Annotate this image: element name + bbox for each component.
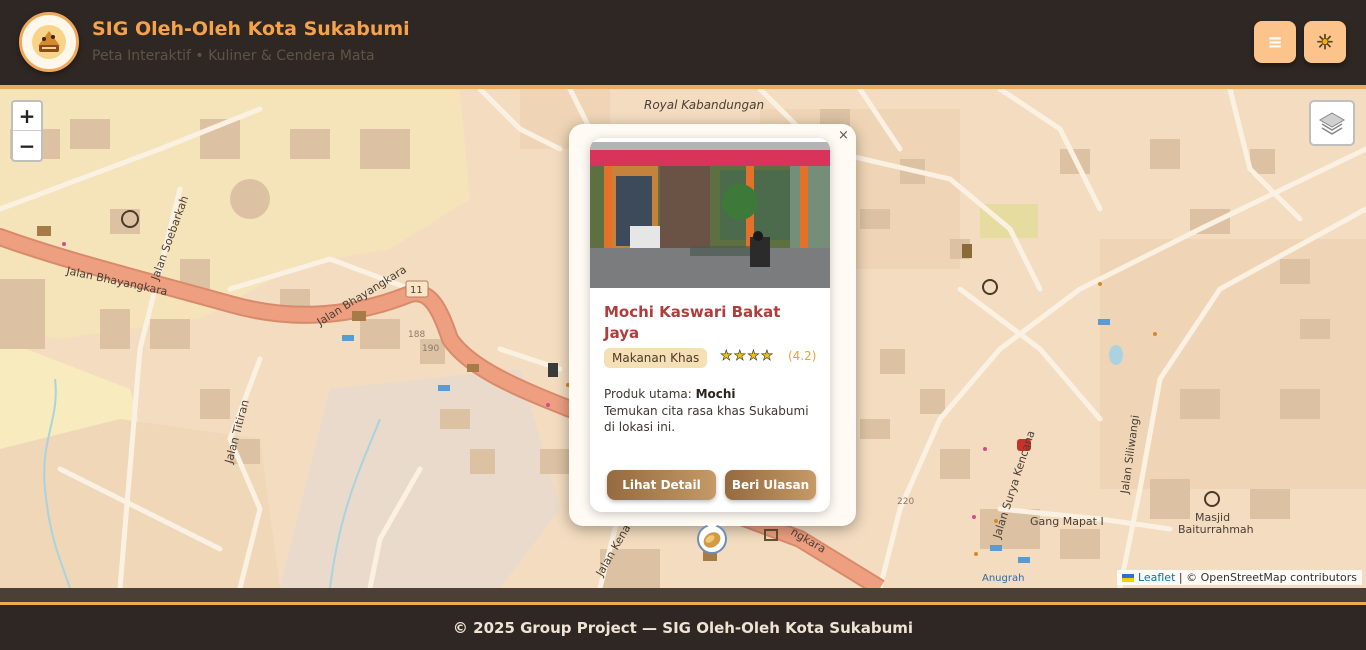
view-detail-button[interactable]: Lihat Detail (607, 470, 716, 500)
leaflet-link[interactable]: Leaflet (1138, 571, 1175, 584)
footer-copyright: © 2025 Group Project — SIG Oleh-Oleh Kot… (0, 605, 1366, 650)
write-review-button[interactable]: Beri Ulasan (725, 470, 816, 500)
product-name: Mochi (695, 387, 736, 401)
zoom-out-button[interactable]: − (13, 131, 41, 160)
app-title: SIG Oleh-Oleh Kota Sukabumi (92, 18, 410, 40)
theme-toggle-button[interactable]: ☀ (1304, 21, 1346, 63)
popup-close-button[interactable]: × (838, 128, 849, 143)
logo-icon (32, 25, 66, 59)
rating-stars-icon: ★★★★ (720, 348, 775, 365)
zoom-control: + − (11, 100, 43, 162)
product-label: Produk utama: (604, 387, 696, 401)
footer-strip (0, 588, 1366, 602)
svg-text:11: 11 (410, 285, 423, 296)
hamburger-icon: ≡ (1267, 31, 1283, 53)
svg-text:Gang Mapat I: Gang Mapat I (1030, 515, 1104, 528)
sun-icon: ☀ (1316, 30, 1335, 55)
shop-name: Mochi Kaswari Bakat Jaya (604, 303, 781, 342)
app-header: SIG Oleh-Oleh Kota Sukabumi Peta Interak… (0, 0, 1366, 86)
app-logo (19, 12, 79, 72)
rating-value: (4.2) (788, 349, 817, 363)
svg-text:188: 188 (408, 330, 425, 340)
description-text: Temukan cita rasa khas Sukabumi di lokas… (604, 403, 809, 435)
menu-button[interactable]: ≡ (1254, 21, 1296, 63)
shop-photo (590, 142, 830, 288)
zoom-in-button[interactable]: + (13, 102, 41, 131)
ukraine-flag-icon (1122, 574, 1135, 582)
shop-card: Mochi Kaswari Bakat Jaya Makanan Khas ★★… (590, 138, 830, 512)
layers-button[interactable] (1309, 100, 1355, 146)
app-subtitle: Peta Interaktif • Kuliner & Cendera Mata (92, 48, 375, 64)
map-attribution: Leaflet | © OpenStreetMap contributors (1117, 570, 1362, 585)
svg-text:Baiturrahmah: Baiturrahmah (1178, 523, 1254, 536)
svg-text:Royal Kabandungan: Royal Kabandungan (644, 98, 764, 112)
category-badge: Makanan Khas (604, 348, 708, 368)
svg-text:220: 220 (897, 497, 914, 507)
svg-text:190: 190 (422, 344, 439, 354)
osm-credit: | © OpenStreetMap contributors (1175, 571, 1357, 584)
mochi-marker-icon[interactable] (696, 522, 728, 554)
shop-description: Produk utama: Mochi Temukan cita rasa kh… (604, 386, 819, 436)
layers-icon (1319, 112, 1345, 135)
svg-text:Anugrah: Anugrah (982, 573, 1024, 584)
